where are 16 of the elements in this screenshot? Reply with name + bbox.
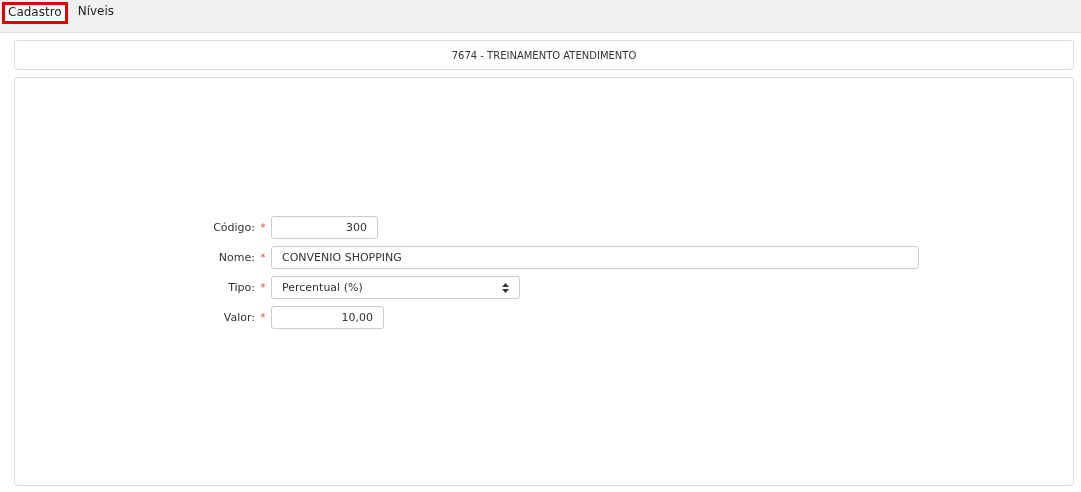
sort-arrows-icon	[502, 282, 509, 293]
required-mark: *	[259, 222, 267, 233]
field-label: Valor:	[222, 311, 255, 324]
required-mark: *	[259, 312, 267, 323]
input-field[interactable]: 10,00	[271, 306, 384, 329]
field-label: Código:	[212, 221, 255, 234]
required-mark: *	[259, 252, 267, 263]
input-field[interactable]: 300	[271, 216, 378, 239]
field-label: Tipo:	[227, 281, 255, 294]
record-title: 7674 - TREINAMENTO ATENDIMENTO	[451, 49, 637, 61]
type-dropdown[interactable]: Percentual (%)	[271, 276, 520, 299]
input-field[interactable]: CONVENIO SHOPPING	[271, 246, 919, 269]
required-mark: *	[259, 282, 267, 293]
tab[interactable]: Cadastro	[2, 2, 68, 24]
tab[interactable]: Níveis	[71, 0, 121, 28]
field-label: Nome:	[217, 251, 255, 264]
